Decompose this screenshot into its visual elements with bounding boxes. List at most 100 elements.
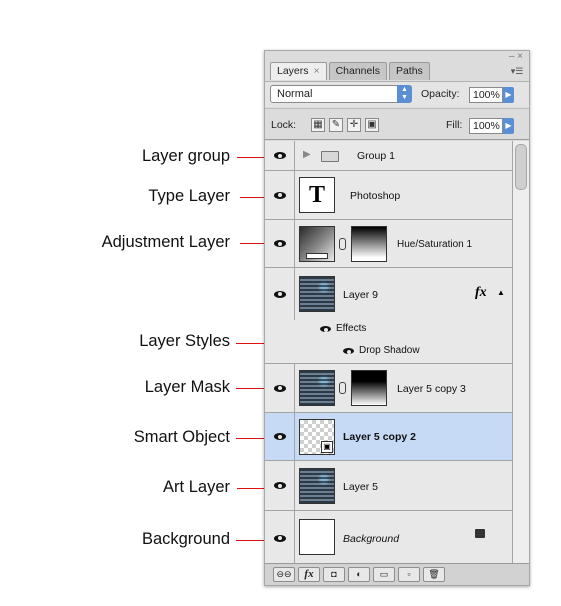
panel-bottom-toolbar: ⊖⊖ fx ◘ ◐ ▭ ▫ 🗑: [265, 563, 529, 585]
eye-icon: [273, 534, 286, 542]
drop-shadow-label: Drop Shadow: [359, 345, 420, 356]
layer-name: Background: [343, 533, 400, 545]
layer-row-type[interactable]: T Photoshop: [265, 171, 513, 220]
layer-name: Group 1: [357, 150, 395, 162]
delete-layer-icon[interactable]: 🗑: [423, 567, 445, 582]
callout-layer-styles: Layer Styles: [139, 332, 230, 350]
opacity-label: Opacity:: [421, 88, 460, 100]
collapse-effects-icon[interactable]: ▲: [497, 288, 505, 297]
fill-input[interactable]: 100%: [469, 118, 503, 134]
drop-shadow-row[interactable]: Drop Shadow: [265, 341, 513, 364]
tab-paths[interactable]: Paths: [388, 62, 430, 80]
panel-menu-icon[interactable]: ▾☰: [510, 65, 524, 77]
layer-mask-thumbnail[interactable]: [351, 370, 387, 406]
type-layer-thumbnail: T: [299, 177, 335, 213]
layer-thumbnail: [299, 468, 335, 504]
adjustment-thumbnail: [299, 226, 335, 262]
blend-opacity-row: Normal ▲ ▼ Opacity: 100% ▶: [265, 81, 529, 107]
visibility-toggle[interactable]: [265, 413, 295, 460]
eye-icon: [273, 482, 286, 489]
callout-layer-group: Layer group: [141, 147, 230, 165]
add-layer-style-icon[interactable]: fx: [298, 567, 320, 582]
blend-mode-value: Normal: [277, 88, 313, 100]
visibility-toggle[interactable]: [265, 320, 295, 341]
window-controls[interactable]: – ×: [509, 52, 523, 62]
lock-position-icon[interactable]: ✛: [347, 118, 361, 132]
opacity-input[interactable]: 100%: [469, 87, 503, 103]
scrollbar-thumb[interactable]: [515, 144, 527, 190]
effects-row[interactable]: Effects: [265, 320, 513, 341]
layer-name: Layer 5 copy 2: [343, 431, 416, 443]
eye-icon: [273, 152, 286, 159]
layer-row-layer-9[interactable]: Layer 9 fx ▲: [265, 268, 513, 320]
new-adjustment-layer-icon[interactable]: ◐: [348, 567, 370, 582]
chain-link-icon[interactable]: [339, 382, 346, 394]
eye-icon: [273, 384, 286, 392]
lock-transparent-icon[interactable]: ▦: [311, 118, 325, 132]
eye-icon: [273, 290, 286, 298]
blend-mode-select[interactable]: Normal ▲ ▼: [270, 85, 412, 103]
layer-row-group[interactable]: ▶ Group 1: [265, 141, 513, 171]
lock-all-icon[interactable]: ▣: [365, 118, 379, 132]
layer-row-layer-5[interactable]: Layer 5: [265, 461, 513, 511]
layer-row-background[interactable]: Background: [265, 511, 513, 565]
visibility-toggle[interactable]: [265, 171, 295, 219]
adjustment-icon: [306, 253, 328, 259]
layer-name: Photoshop: [350, 190, 401, 202]
layer-name: Layer 9: [343, 289, 379, 301]
tab-layers[interactable]: Layers ×: [270, 62, 327, 80]
layer-row-adjustment[interactable]: Hue/Saturation 1: [265, 220, 513, 268]
visibility-toggle[interactable]: [265, 511, 295, 565]
visibility-toggle[interactable]: [265, 268, 295, 320]
eye-icon[interactable]: [343, 348, 354, 354]
lock-image-icon[interactable]: ✎: [329, 118, 343, 132]
callout-art-layer: Art Layer: [163, 478, 230, 496]
layer-9-thumbnail: [299, 276, 335, 312]
disclosure-triangle-icon[interactable]: ▶: [303, 149, 311, 160]
smart-object-thumbnail: ▣: [299, 419, 335, 455]
adjustment-mask-thumbnail: [351, 226, 387, 262]
eye-icon: [273, 240, 286, 247]
fill-label: Fill:: [446, 119, 463, 131]
layer-name: Hue/Saturation 1: [397, 239, 473, 250]
callout-type-layer: Type Layer: [148, 187, 230, 205]
visibility-toggle[interactable]: [265, 220, 295, 267]
new-layer-icon[interactable]: ▫: [398, 567, 420, 582]
layer-row-layer-5-copy-3[interactable]: Layer 5 copy 3: [265, 364, 513, 413]
callout-background: Background: [141, 530, 230, 548]
add-mask-icon[interactable]: ◘: [323, 567, 345, 582]
lock-icon: [475, 529, 485, 538]
visibility-toggle[interactable]: [265, 461, 295, 510]
layer-name: Layer 5 copy 3: [397, 383, 466, 395]
smart-object-badge-icon: ▣: [321, 441, 333, 453]
layer-name: Layer 5: [343, 481, 379, 493]
lock-fill-row: Lock: ▦ ✎ ✛ ▣ Fill: 100% ▶: [265, 108, 529, 140]
fx-icon[interactable]: fx: [475, 285, 487, 301]
layer-row-layer-5-copy-2[interactable]: ▣ Layer 5 copy 2: [265, 413, 513, 461]
stepper-icon: ▲ ▼: [397, 85, 412, 103]
layer-list-scrollbar[interactable]: [512, 141, 529, 565]
tab-channels[interactable]: Channels: [328, 62, 387, 80]
close-icon[interactable]: ×: [313, 65, 319, 77]
eye-icon: [273, 433, 286, 440]
panel-tabs: Layers × Channels Paths: [270, 62, 432, 80]
new-group-icon[interactable]: ▭: [373, 567, 395, 582]
background-thumbnail: [299, 519, 335, 555]
layers-panel: – × Layers × Channels Paths ▾☰ Normal ▲ ▼…: [264, 50, 530, 586]
eye-icon[interactable]: [320, 326, 331, 332]
callout-layer-mask: Layer Mask: [144, 378, 230, 396]
visibility-toggle[interactable]: [265, 141, 295, 170]
lock-label: Lock:: [271, 119, 297, 131]
visibility-toggle[interactable]: [265, 364, 295, 412]
chain-link-icon[interactable]: [339, 238, 346, 250]
opacity-slider-arrow-icon[interactable]: ▶: [503, 87, 514, 103]
tab-layers-label: Layers: [277, 65, 309, 77]
layer-thumbnail: [299, 370, 335, 406]
eye-icon: [273, 191, 286, 199]
layer-list: ▶ Group 1 T Photoshop Hue/Saturation 1 L…: [265, 141, 529, 565]
link-layers-icon[interactable]: ⊖⊖: [273, 567, 295, 582]
callout-smart-object: Smart Object: [133, 428, 230, 446]
type-t-icon: T: [308, 182, 325, 208]
effects-label: Effects: [336, 323, 367, 334]
fill-slider-arrow-icon[interactable]: ▶: [503, 118, 514, 134]
